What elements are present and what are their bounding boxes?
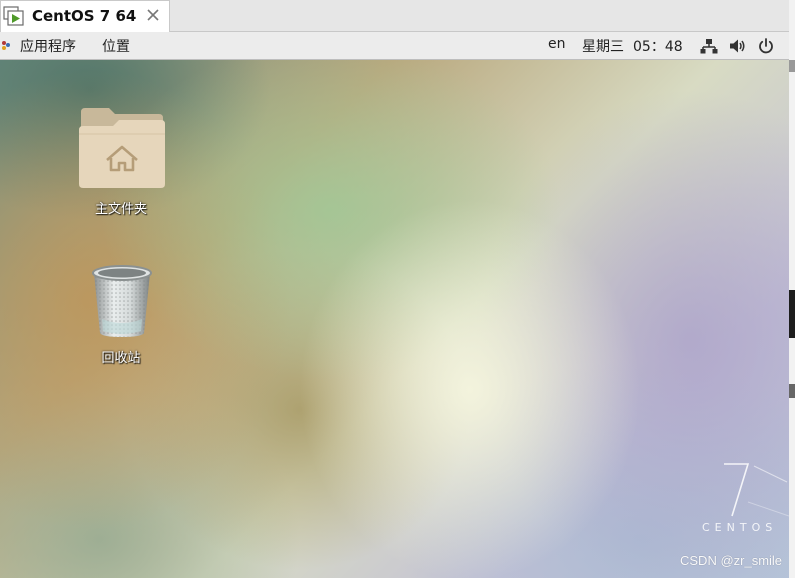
close-icon[interactable]: [145, 7, 161, 23]
edge-marker: [789, 290, 795, 338]
edge-marker: [789, 384, 795, 398]
applications-icon: [2, 41, 10, 50]
keyboard-layout-indicator[interactable]: en: [548, 36, 566, 52]
right-edge-strip: [789, 0, 795, 578]
desktop-icon-label: 回收站: [101, 351, 141, 366]
applications-menu[interactable]: 应用程序: [20, 36, 76, 56]
home-folder-desktop-icon[interactable]: 主文件夹: [71, 104, 171, 224]
places-menu[interactable]: 位置: [102, 36, 130, 56]
centos-logo-text: CENTOS: [702, 521, 778, 534]
desktop-icon-label: 主文件夹: [94, 202, 147, 217]
clock-day[interactable]: 星期三: [582, 36, 624, 56]
gnome-top-bar: 应用程序 位置 en 星期三 05：48: [0, 32, 789, 60]
network-icon[interactable]: [700, 37, 718, 55]
vm-tab-strip: CentOS 7 64: [0, 0, 795, 32]
edge-marker: [789, 60, 795, 72]
vm-tab[interactable]: CentOS 7 64: [0, 0, 170, 32]
desktop-background[interactable]: 主文件夹 回收站 CENTOS CSDN @zr_smile: [0, 60, 789, 578]
csdn-watermark: CSDN @zr_smile: [680, 553, 783, 568]
vm-tab-title: CentOS 7 64: [32, 7, 137, 25]
trash-desktop-icon[interactable]: 回收站: [71, 260, 171, 370]
vm-play-icon: [3, 6, 24, 26]
clock-time[interactable]: 05：48: [633, 36, 683, 56]
volume-icon[interactable]: [728, 37, 746, 55]
trash-icon: [92, 265, 152, 337]
power-icon[interactable]: [757, 37, 775, 55]
home-folder-icon: [79, 108, 165, 188]
